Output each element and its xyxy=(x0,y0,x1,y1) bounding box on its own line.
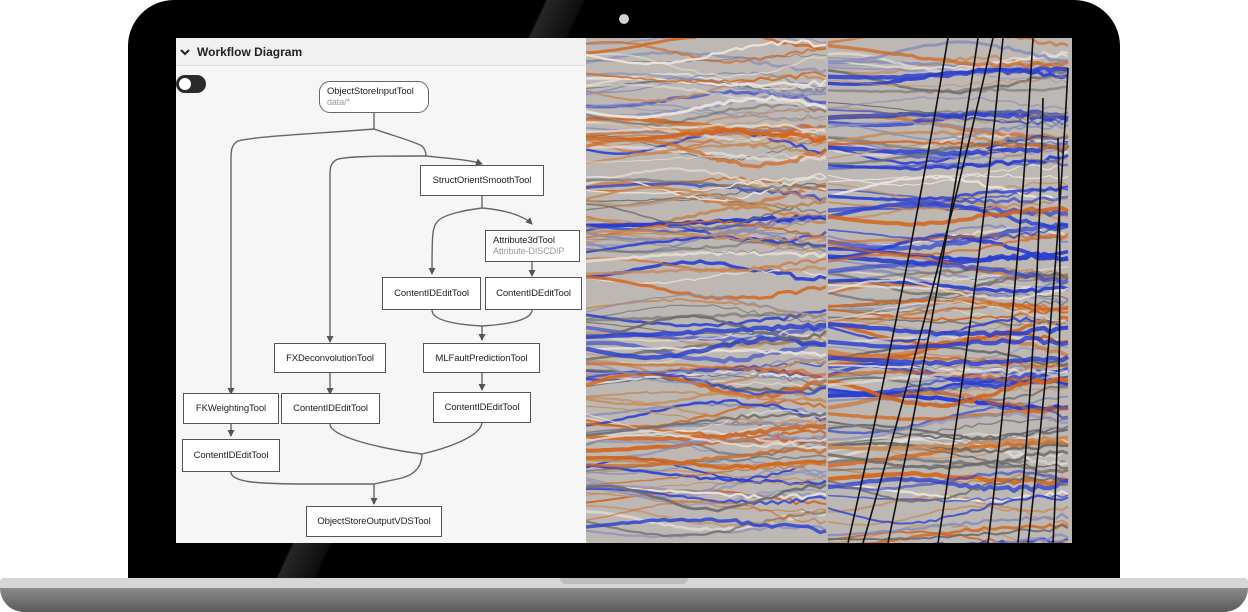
seismic-section-faults xyxy=(828,38,1072,543)
node-label: Attribute3dTool xyxy=(493,235,555,246)
node-label: FKWeightingTool xyxy=(195,403,267,414)
node-label: ObjectStoreOutputVDSTool xyxy=(317,516,431,527)
node-label: ContentIDEditTool xyxy=(193,450,269,461)
node-fx-deconvolution[interactable]: FXDeconvolutionTool xyxy=(274,343,386,373)
webcam-icon xyxy=(619,14,629,24)
screen: Workflow Diagram ObjectStoreInputTool da… xyxy=(176,38,1072,543)
seismic-section-left xyxy=(586,38,828,543)
node-label: ContentIDEditTool xyxy=(394,288,469,299)
node-content-id-edit-ml[interactable]: ContentIDEditTool xyxy=(433,392,531,423)
node-sublabel: Attribute-DISCDIP xyxy=(493,246,565,256)
node-object-store-output[interactable]: ObjectStoreOutputVDSTool xyxy=(306,506,442,537)
node-sublabel: data/* xyxy=(327,97,350,107)
node-label: FXDeconvolutionTool xyxy=(286,352,374,364)
node-content-id-edit-fk[interactable]: ContentIDEditTool xyxy=(182,439,280,472)
node-object-store-input[interactable]: ObjectStoreInputTool data/* xyxy=(319,81,429,113)
node-content-id-edit-right[interactable]: ContentIDEditTool xyxy=(485,277,582,310)
node-content-id-edit-left[interactable]: ContentIDEditTool xyxy=(382,277,481,310)
workflow-panel: Workflow Diagram ObjectStoreInputTool da… xyxy=(176,38,587,543)
laptop-base-bottom xyxy=(0,588,1248,612)
node-attribute3d[interactable]: Attribute3dTool Attribute-DISCDIP xyxy=(485,230,580,262)
node-label: ContentIDEditTool xyxy=(496,288,571,299)
node-label: ContentIDEditTool xyxy=(444,402,520,413)
node-struct-orient-smooth[interactable]: StructOrientSmoothTool xyxy=(420,165,544,196)
node-content-id-edit-fx[interactable]: ContentIDEditTool xyxy=(281,393,380,424)
node-fk-weighting[interactable]: FKWeightingTool xyxy=(183,393,279,424)
node-ml-fault-prediction[interactable]: MLFaultPredictionTool xyxy=(423,343,540,373)
node-label: ObjectStoreInputTool xyxy=(327,86,414,97)
node-label: ContentIDEditTool xyxy=(293,403,368,414)
node-label: StructOrientSmoothTool xyxy=(432,175,532,186)
node-label: MLFaultPredictionTool xyxy=(435,352,528,364)
laptop-base-notch xyxy=(560,578,688,584)
